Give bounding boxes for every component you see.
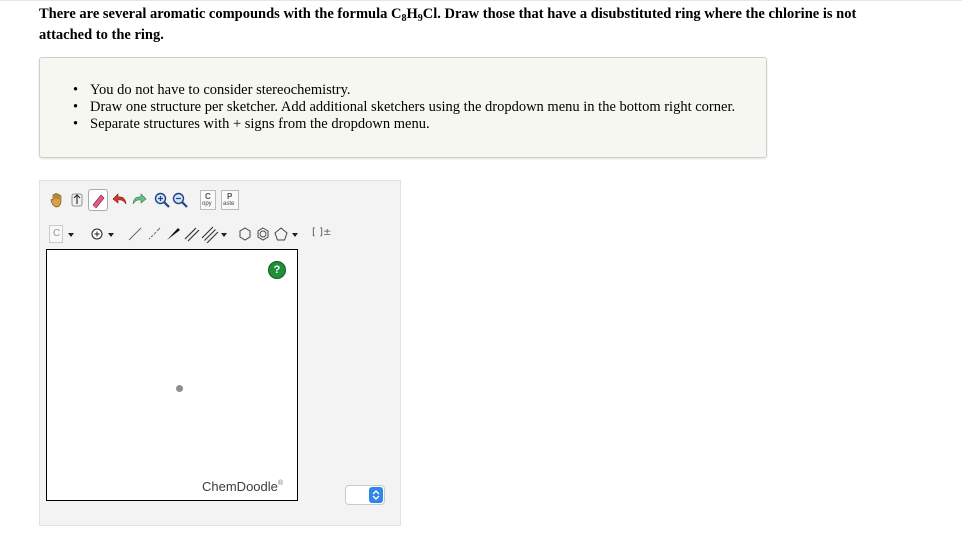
benzene-ring-icon[interactable]	[254, 225, 272, 243]
question-formula-h: H	[406, 6, 418, 22]
redo-arrow-icon[interactable]	[130, 191, 148, 209]
bracket-charge-icon[interactable]: [ ]±	[310, 225, 331, 243]
eraser-tool-button[interactable]	[88, 189, 108, 211]
instruction-item: • Draw one structure per sketcher. Add ad…	[73, 99, 736, 115]
double-bond-icon[interactable]	[183, 225, 201, 243]
chemdoodle-logo: ChemDoodle®	[202, 479, 284, 494]
help-icon[interactable]: ?	[268, 261, 286, 279]
single-bond-icon[interactable]	[126, 225, 144, 243]
element-selector-button[interactable]: C	[49, 225, 63, 243]
chevron-down-icon[interactable]	[221, 233, 227, 237]
chemdoodle-sketcher: C opy P aste C [ ]± ? ChemDoodle®	[39, 180, 401, 526]
pan-hand-icon[interactable]	[48, 191, 66, 209]
sketcher-options-dropdown[interactable]	[345, 485, 385, 505]
drawing-canvas[interactable]: ? ChemDoodle®	[46, 249, 298, 501]
instruction-item: • Separate structures with + signs from t…	[73, 116, 430, 132]
instruction-item: • You do not have to consider stereochemi…	[73, 82, 351, 98]
lasso-select-icon[interactable]	[68, 191, 86, 209]
instructions-list: • You do not have to consider stereochemi…	[73, 82, 735, 133]
cyclopentane-icon[interactable]	[272, 225, 290, 243]
charge-plus-icon[interactable]	[88, 225, 106, 243]
question-part-1: There are several aromatic compounds wit…	[39, 6, 402, 22]
up-down-chevron-icon[interactable]	[369, 487, 383, 503]
zoom-in-icon[interactable]	[153, 191, 171, 209]
chevron-down-icon[interactable]	[108, 233, 114, 237]
hashed-bond-icon[interactable]	[145, 225, 163, 243]
cyclohexane-icon[interactable]	[236, 225, 254, 243]
triple-bond-icon[interactable]	[201, 225, 219, 244]
chevron-down-icon[interactable]	[68, 233, 74, 237]
instructions-box: • You do not have to consider stereochemi…	[39, 57, 767, 158]
wedge-bond-icon[interactable]	[164, 225, 182, 243]
zoom-out-icon[interactable]	[171, 191, 189, 209]
canvas-dot	[176, 385, 183, 392]
chevron-down-icon[interactable]	[292, 233, 298, 237]
top-divider	[0, 0, 962, 1]
undo-arrow-icon[interactable]	[111, 191, 129, 209]
copy-button[interactable]: C opy	[200, 190, 216, 210]
paste-button[interactable]: P aste	[221, 190, 239, 210]
question-text: There are several aromatic compounds wit…	[39, 4, 909, 46]
